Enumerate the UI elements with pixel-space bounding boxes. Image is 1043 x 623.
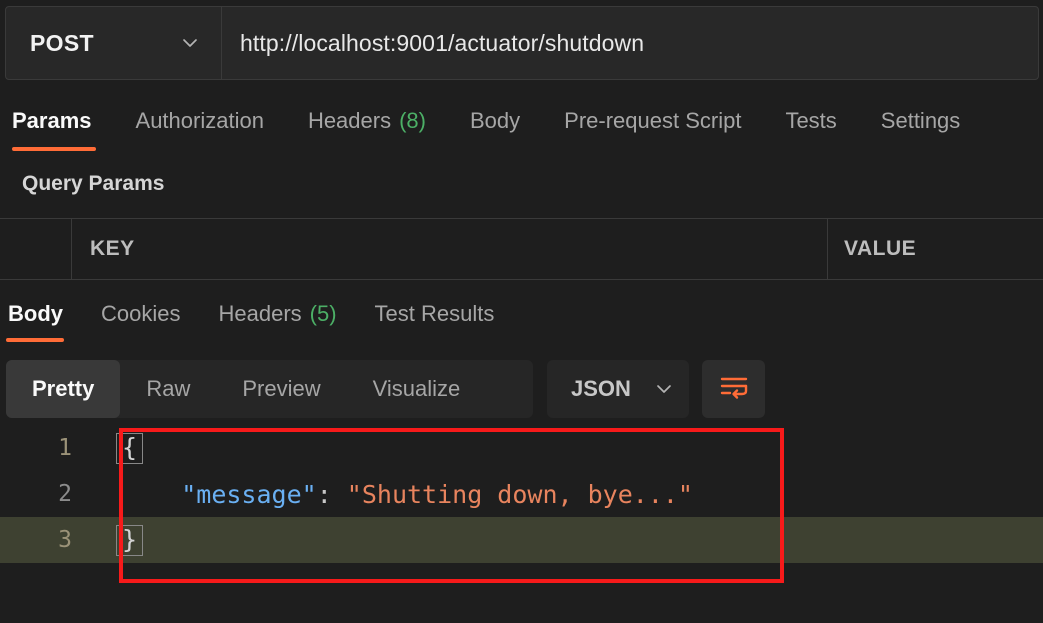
response-body-editor[interactable]: 1 { 2 "message": "Shutting down, bye..."… bbox=[0, 425, 1043, 595]
view-raw-label: Raw bbox=[146, 376, 191, 401]
response-format-select[interactable]: JSON bbox=[547, 360, 689, 418]
response-tab-bar: Body Cookies Headers (5) Test Results bbox=[0, 290, 1043, 346]
code-line-content: "message": "Shutting down, bye..." bbox=[100, 480, 1043, 509]
code-line-highlighted: 3 } bbox=[0, 517, 1043, 563]
response-tab-cookies[interactable]: Cookies bbox=[101, 290, 180, 338]
line-number: 2 bbox=[58, 481, 72, 507]
json-colon-token: : bbox=[316, 479, 347, 509]
view-pretty-label: Pretty bbox=[32, 376, 95, 401]
json-key-token: "message" bbox=[181, 479, 317, 509]
wrap-text-icon bbox=[719, 374, 749, 405]
param-checkbox-column bbox=[0, 219, 72, 279]
url-bar-container: POST bbox=[5, 6, 1039, 80]
response-view-toolbar: Pretty Raw Preview Visualize JSON bbox=[0, 360, 1043, 418]
request-url-input[interactable] bbox=[222, 7, 1038, 79]
tab-params[interactable]: Params bbox=[8, 95, 114, 151]
param-value-column-header: VALUE bbox=[828, 219, 1043, 279]
response-tab-headers[interactable]: Headers (5) bbox=[218, 290, 336, 338]
tab-body-label: Body bbox=[469, 108, 521, 133]
view-visualize-button[interactable]: Visualize bbox=[347, 360, 487, 418]
tab-pre-request-script-label: Pre-request Script bbox=[564, 108, 742, 133]
bracket-match-open: { bbox=[116, 432, 144, 464]
chevron-down-icon bbox=[655, 380, 673, 398]
chevron-down-icon bbox=[181, 34, 199, 52]
tab-headers-label: Headers bbox=[307, 108, 392, 133]
tab-tests[interactable]: Tests bbox=[785, 95, 858, 147]
view-preview-label: Preview bbox=[242, 376, 321, 401]
request-tab-bar: Params Authorization Headers (8) Body Pr… bbox=[0, 95, 1043, 155]
response-tab-body-label: Body bbox=[8, 301, 63, 326]
code-line: 2 "message": "Shutting down, bye..." bbox=[0, 471, 1043, 517]
tab-pre-request-script[interactable]: Pre-request Script bbox=[564, 95, 763, 147]
tab-authorization[interactable]: Authorization bbox=[136, 95, 286, 147]
response-tab-headers-label: Headers bbox=[218, 301, 302, 326]
tab-authorization-label: Authorization bbox=[135, 108, 264, 133]
http-method-select[interactable]: POST bbox=[6, 7, 222, 79]
response-tab-body[interactable]: Body bbox=[6, 290, 64, 342]
response-tab-test-results-label: Test Results bbox=[374, 301, 495, 326]
request-url-bar: POST bbox=[0, 6, 1043, 80]
column-header-value: VALUE bbox=[844, 237, 917, 260]
active-response-tab-underline bbox=[6, 338, 64, 342]
tab-settings-label: Settings bbox=[880, 108, 961, 133]
column-header-key: KEY bbox=[90, 237, 135, 260]
http-method-label: POST bbox=[30, 29, 94, 56]
response-tab-headers-count: (5) bbox=[309, 301, 337, 326]
response-tab-test-results[interactable]: Test Results bbox=[375, 290, 495, 338]
response-format-label: JSON bbox=[571, 376, 631, 401]
json-string-token: "Shutting down, bye..." bbox=[346, 479, 693, 509]
line-number: 1 bbox=[58, 435, 72, 461]
query-params-table: KEY VALUE bbox=[0, 218, 1043, 280]
query-params-title: Query Params bbox=[22, 172, 165, 195]
bracket-match-close: } bbox=[116, 524, 144, 556]
param-key-column-header: KEY bbox=[72, 219, 828, 279]
tab-params-label: Params bbox=[12, 108, 92, 133]
code-line-content: } bbox=[100, 524, 1043, 556]
code-line-content: { bbox=[100, 432, 1043, 464]
response-view-segmented-control: Pretty Raw Preview Visualize bbox=[6, 360, 533, 418]
line-number: 3 bbox=[58, 527, 72, 553]
view-pretty-button[interactable]: Pretty bbox=[6, 360, 121, 418]
active-tab-underline bbox=[12, 147, 96, 151]
tab-body[interactable]: Body bbox=[470, 95, 542, 147]
tab-tests-label: Tests bbox=[785, 108, 837, 133]
view-raw-button[interactable]: Raw bbox=[120, 360, 216, 418]
view-visualize-label: Visualize bbox=[372, 376, 461, 401]
response-tab-cookies-label: Cookies bbox=[101, 301, 181, 326]
code-line: 1 { bbox=[0, 425, 1043, 471]
view-preview-button[interactable]: Preview bbox=[216, 360, 346, 418]
wrap-text-button[interactable] bbox=[702, 360, 765, 418]
tab-headers-count: (8) bbox=[399, 108, 426, 133]
tab-headers[interactable]: Headers (8) bbox=[308, 95, 448, 147]
tab-settings[interactable]: Settings bbox=[881, 95, 983, 147]
